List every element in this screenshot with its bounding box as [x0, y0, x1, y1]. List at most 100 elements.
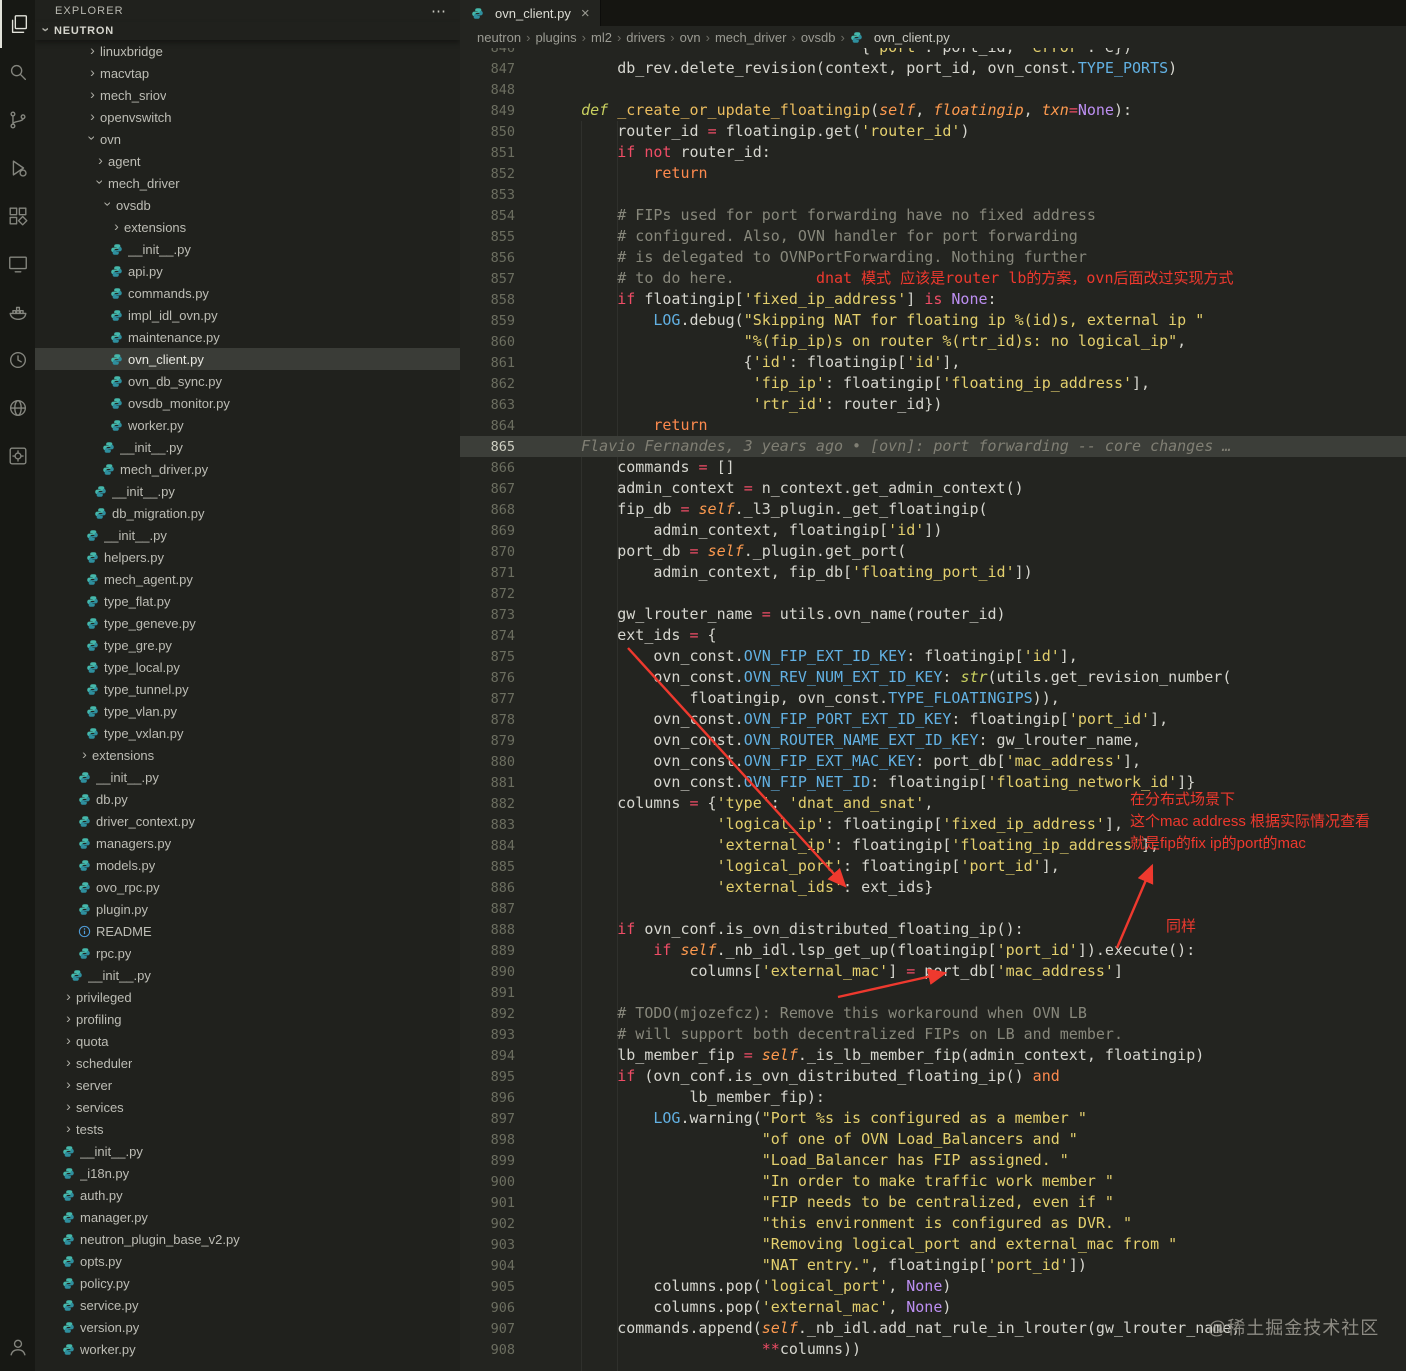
line-number[interactable]: 905	[460, 1277, 515, 1298]
tree-file-auth.py[interactable]: auth.py	[35, 1184, 460, 1206]
code-line-881[interactable]: 881 ovn_const.OVN_FIP_NET_ID: floatingip…	[460, 772, 1406, 793]
line-number[interactable]: 904	[460, 1256, 515, 1277]
tree-file-type_vlan.py[interactable]: type_vlan.py	[35, 700, 460, 722]
line-number[interactable]: 859	[460, 311, 515, 332]
code-line-893[interactable]: 893 # will support both decentralized FI…	[460, 1024, 1406, 1045]
remote-explorer-icon[interactable]	[0, 240, 35, 288]
tree-file-_i18n.py[interactable]: _i18n.py	[35, 1162, 460, 1184]
line-number[interactable]: 889	[460, 941, 515, 962]
tree-file-impl_idl_ovn.py[interactable]: impl_idl_ovn.py	[35, 304, 460, 326]
line-number[interactable]: 854	[460, 206, 515, 227]
line-number[interactable]: 869	[460, 521, 515, 542]
breadcrumb-item-ml2[interactable]: ml2	[591, 30, 612, 45]
line-number[interactable]: 863	[460, 395, 515, 416]
code-line-886[interactable]: 886 'external_ids': ext_ids}	[460, 877, 1406, 898]
code-line-908[interactable]: 908 **columns))	[460, 1339, 1406, 1360]
tree-file-api.py[interactable]: api.py	[35, 260, 460, 282]
breadcrumb-item-ovsdb[interactable]: ovsdb	[801, 30, 836, 45]
line-number[interactable]: 891	[460, 983, 515, 1004]
tree-file-__init__.py[interactable]: __init__.py	[35, 1140, 460, 1162]
code-line-866[interactable]: 866 commands = []	[460, 457, 1406, 478]
breadcrumb-item-plugins[interactable]: plugins	[535, 30, 576, 45]
tree-file-db.py[interactable]: db.py	[35, 788, 460, 810]
tree-folder-privileged[interactable]: › privileged	[35, 986, 460, 1008]
tree-file-commands.py[interactable]: commands.py	[35, 282, 460, 304]
code-line-904[interactable]: 904 "NAT entry.", floatingip['port_id'])	[460, 1255, 1406, 1276]
tree-file-manager.py[interactable]: manager.py	[35, 1206, 460, 1228]
code-line-906[interactable]: 906 columns.pop('external_mac', None)	[460, 1297, 1406, 1318]
line-number[interactable]: 867	[460, 479, 515, 500]
settings-sync-icon[interactable]	[0, 432, 35, 480]
line-number[interactable]: 860	[460, 332, 515, 353]
line-number[interactable]: 872	[460, 584, 515, 605]
breadcrumb-item-mech_driver[interactable]: mech_driver	[715, 30, 787, 45]
code-line-885[interactable]: 885 'logical_port': floatingip['port_id'…	[460, 856, 1406, 877]
code-line-901[interactable]: 901 "FIP needs to be centralized, even i…	[460, 1192, 1406, 1213]
line-number[interactable]: 878	[460, 710, 515, 731]
tree-folder-services[interactable]: › services	[35, 1096, 460, 1118]
code-line-879[interactable]: 879 ovn_const.OVN_ROUTER_NAME_EXT_ID_KEY…	[460, 730, 1406, 751]
tree-file-worker.py[interactable]: worker.py	[35, 414, 460, 436]
breadcrumb-item-ovn_client.py[interactable]: ovn_client.py	[874, 30, 950, 45]
line-number[interactable]: 899	[460, 1151, 515, 1172]
tree-file-rpc.py[interactable]: rpc.py	[35, 942, 460, 964]
line-number[interactable]: 901	[460, 1193, 515, 1214]
code-line-895[interactable]: 895 if (ovn_conf.is_ovn_distributed_floa…	[460, 1066, 1406, 1087]
tree-file-__init__.py[interactable]: __init__.py	[35, 436, 460, 458]
tree-folder-tests[interactable]: › tests	[35, 1118, 460, 1140]
tree-file-type_geneve.py[interactable]: type_geneve.py	[35, 612, 460, 634]
line-number[interactable]: 866	[460, 458, 515, 479]
code-line-854[interactable]: 854 # FIPs used for port forwarding have…	[460, 205, 1406, 226]
code-line-871[interactable]: 871 admin_context, fip_db['floating_port…	[460, 562, 1406, 583]
tree-file-mech_driver.py[interactable]: mech_driver.py	[35, 458, 460, 480]
line-number[interactable]: 850	[460, 122, 515, 143]
tree-file-type_gre.py[interactable]: type_gre.py	[35, 634, 460, 656]
line-number[interactable]: 857	[460, 269, 515, 290]
tree-folder-profiling[interactable]: › profiling	[35, 1008, 460, 1030]
tab-ovn-client-py[interactable]: ovn_client.py ×	[460, 0, 601, 26]
breadcrumb-item-neutron[interactable]: neutron	[477, 30, 521, 45]
line-number[interactable]: 865	[460, 437, 515, 458]
search-icon[interactable]	[0, 48, 35, 96]
tree-file-opts.py[interactable]: opts.py	[35, 1250, 460, 1272]
tree-folder-extensions[interactable]: › extensions	[35, 216, 460, 238]
tree-folder-linuxbridge[interactable]: › linuxbridge	[35, 40, 460, 62]
tree-folder-mech_driver[interactable]: › mech_driver	[35, 172, 460, 194]
line-number[interactable]: 852	[460, 164, 515, 185]
section-neutron[interactable]: › NEUTRON	[35, 22, 460, 40]
code-line-905[interactable]: 905 columns.pop('logical_port', None)	[460, 1276, 1406, 1297]
code-line-878[interactable]: 878 ovn_const.OVN_FIP_PORT_EXT_ID_KEY: f…	[460, 709, 1406, 730]
line-number[interactable]: 888	[460, 920, 515, 941]
tree-file-worker.py[interactable]: worker.py	[35, 1338, 460, 1360]
line-number[interactable]: 877	[460, 689, 515, 710]
code-line-900[interactable]: 900 "In order to make traffic work membe…	[460, 1171, 1406, 1192]
code-line-898[interactable]: 898 "of one of OVN Load_Balancers and "	[460, 1129, 1406, 1150]
code-line-899[interactable]: 899 "Load_Balancer has FIP assigned. "	[460, 1150, 1406, 1171]
code-line-850[interactable]: 850 router_id = floatingip.get('router_i…	[460, 121, 1406, 142]
line-number[interactable]: 893	[460, 1025, 515, 1046]
line-number[interactable]: 908	[460, 1340, 515, 1361]
tree-file-models.py[interactable]: models.py	[35, 854, 460, 876]
tree-file-service.py[interactable]: service.py	[35, 1294, 460, 1316]
tree-file-__init__.py[interactable]: __init__.py	[35, 964, 460, 986]
tree-file-type_local.py[interactable]: type_local.py	[35, 656, 460, 678]
code-line-849[interactable]: 849 def _create_or_update_floatingip(sel…	[460, 100, 1406, 121]
code-line-869[interactable]: 869 admin_context, floatingip['id'])	[460, 520, 1406, 541]
line-number[interactable]: 849	[460, 101, 515, 122]
code-line-882[interactable]: 882 columns = {'type': 'dnat_and_snat',	[460, 793, 1406, 814]
code-line-891[interactable]: 891	[460, 982, 1406, 1003]
tree-folder-server[interactable]: › server	[35, 1074, 460, 1096]
tree-file-helpers.py[interactable]: helpers.py	[35, 546, 460, 568]
code-line-903[interactable]: 903 "Removing logical_port and external_…	[460, 1234, 1406, 1255]
code-line-857[interactable]: 857 # to do here. dnat 模式 应该是router lb的方…	[460, 268, 1406, 289]
code-line-875[interactable]: 875 ovn_const.OVN_FIP_EXT_ID_KEY: floati…	[460, 646, 1406, 667]
line-number[interactable]: 906	[460, 1298, 515, 1319]
close-icon[interactable]: ×	[581, 5, 590, 22]
code-line-863[interactable]: 863 'rtr_id': router_id})	[460, 394, 1406, 415]
github-icon[interactable]	[0, 384, 35, 432]
breadcrumb-item-ovn[interactable]: ovn	[680, 30, 701, 45]
code-line-856[interactable]: 856 # is delegated to OVNPortForwarding.…	[460, 247, 1406, 268]
line-number[interactable]: 873	[460, 605, 515, 626]
line-number[interactable]: 890	[460, 962, 515, 983]
line-number[interactable]: 883	[460, 815, 515, 836]
